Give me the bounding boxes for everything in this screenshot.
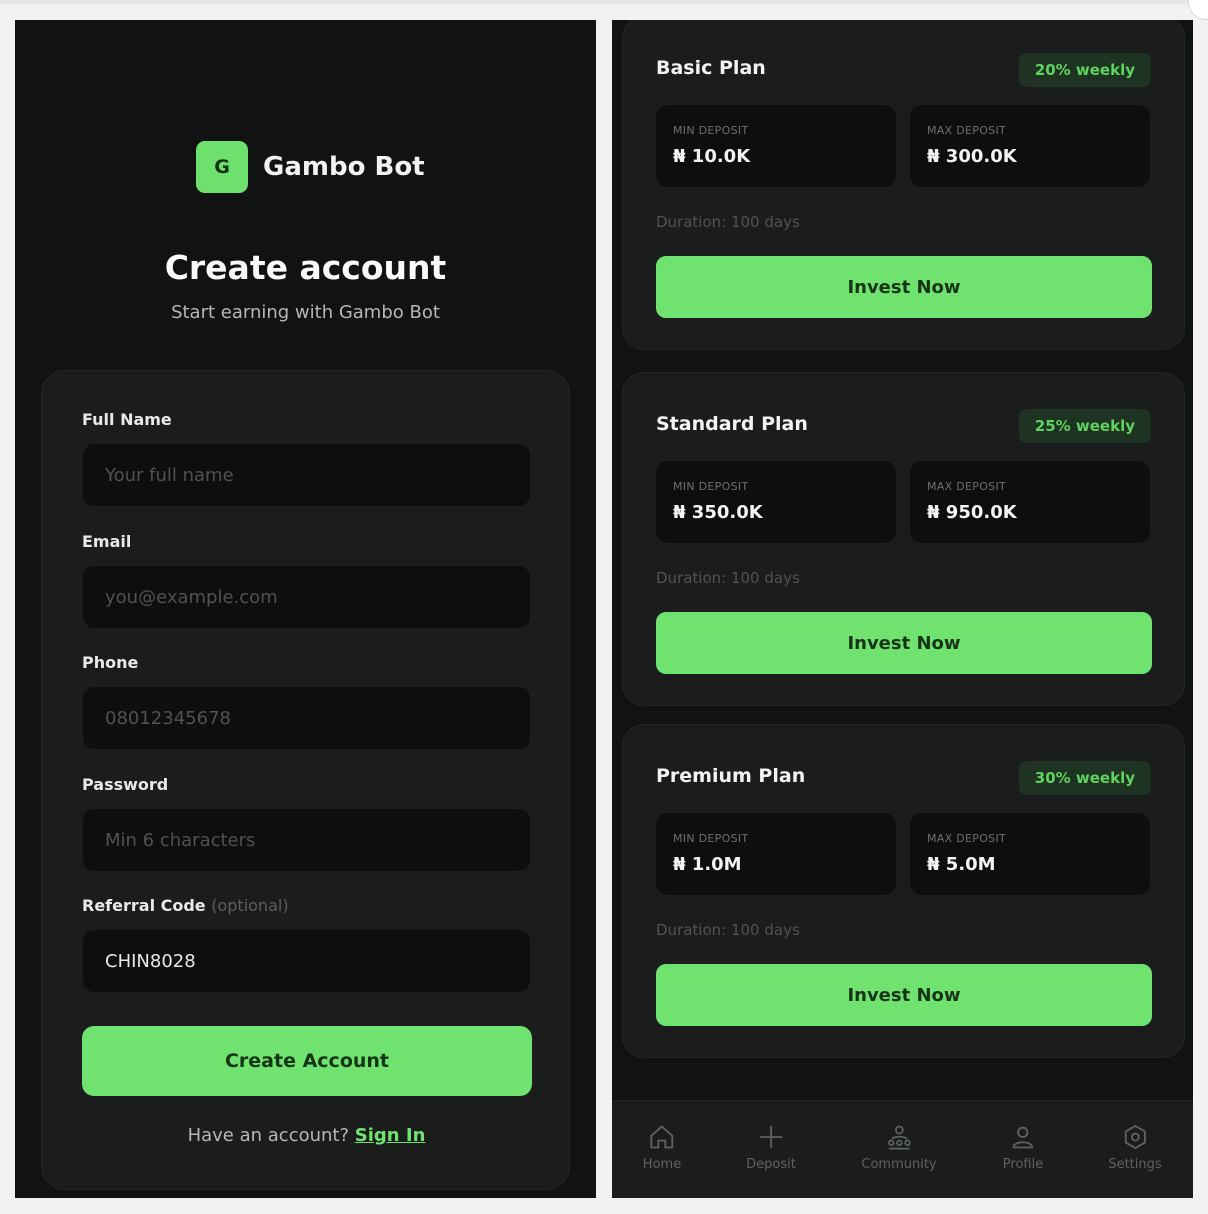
max-deposit-box: MAX DEPOSIT ₦ 300.0K bbox=[910, 105, 1150, 187]
screenshot-top-border bbox=[0, 0, 1208, 4]
min-deposit-value: ₦ 1.0M bbox=[673, 854, 742, 875]
plan-card-premium: Premium Plan 30% weekly MIN DEPOSIT ₦ 1.… bbox=[622, 724, 1185, 1058]
phone-input[interactable] bbox=[82, 686, 531, 750]
home-icon bbox=[650, 1125, 674, 1149]
plan-duration: Duration: 100 days bbox=[656, 213, 800, 231]
nav-settings[interactable]: Settings bbox=[1108, 1123, 1162, 1172]
nav-profile-label: Profile bbox=[1002, 1157, 1044, 1172]
full-name-label: Full Name bbox=[82, 410, 172, 429]
plan-card-basic: Basic Plan 20% weekly MIN DEPOSIT ₦ 10.0… bbox=[622, 20, 1185, 350]
password-label: Password bbox=[82, 775, 169, 794]
min-deposit-value: ₦ 350.0K bbox=[673, 502, 763, 523]
min-deposit-label: MIN DEPOSIT bbox=[673, 480, 749, 493]
max-deposit-label: MAX DEPOSIT bbox=[927, 480, 1007, 493]
min-deposit-box: MIN DEPOSIT ₦ 1.0M bbox=[656, 813, 896, 895]
max-deposit-box: MAX DEPOSIT ₦ 950.0K bbox=[910, 461, 1150, 543]
corner-button[interactable] bbox=[1188, 0, 1208, 20]
page-subtitle: Start earning with Gambo Bot bbox=[171, 302, 440, 323]
nav-deposit-label: Deposit bbox=[746, 1157, 796, 1172]
email-label: Email bbox=[82, 532, 132, 551]
invest-now-button[interactable]: Invest Now bbox=[656, 256, 1152, 318]
rate-badge: 25% weekly bbox=[1018, 409, 1151, 443]
nav-settings-label: Settings bbox=[1108, 1157, 1162, 1172]
max-deposit-value: ₦ 300.0K bbox=[927, 146, 1017, 167]
min-deposit-label: MIN DEPOSIT bbox=[673, 832, 749, 845]
max-deposit-label: MAX DEPOSIT bbox=[927, 832, 1007, 845]
rate-badge: 30% weekly bbox=[1018, 761, 1151, 795]
max-deposit-value: ₦ 950.0K bbox=[927, 502, 1017, 523]
invest-now-button[interactable]: Invest Now bbox=[656, 964, 1152, 1026]
min-deposit-value: ₦ 10.0K bbox=[673, 146, 751, 167]
referral-label-text: Referral Code bbox=[82, 896, 206, 915]
min-deposit-box: MIN DEPOSIT ₦ 10.0K bbox=[656, 105, 896, 187]
community-icon bbox=[887, 1125, 911, 1150]
min-deposit-label: MIN DEPOSIT bbox=[673, 124, 749, 137]
full-name-input[interactable] bbox=[82, 443, 531, 507]
invest-now-button[interactable]: Invest Now bbox=[656, 612, 1152, 674]
referral-label: Referral Code (optional) bbox=[82, 896, 289, 915]
plans-screen: Basic Plan 20% weekly MIN DEPOSIT ₦ 10.0… bbox=[612, 20, 1193, 1198]
min-deposit-box: MIN DEPOSIT ₦ 350.0K bbox=[656, 461, 896, 543]
nav-profile[interactable]: Profile bbox=[1003, 1123, 1043, 1172]
nav-home[interactable]: Home bbox=[643, 1123, 681, 1172]
signup-form: Full Name Email Phone Password Referral … bbox=[41, 370, 570, 1190]
nav-community-label: Community bbox=[861, 1157, 937, 1172]
plan-duration: Duration: 100 days bbox=[656, 569, 800, 587]
max-deposit-value: ₦ 5.0M bbox=[927, 854, 996, 875]
nav-home-label: Home bbox=[642, 1157, 682, 1172]
signup-screen: G Gambo Bot Create account Start earning… bbox=[15, 20, 596, 1198]
brand-logo: G bbox=[196, 141, 248, 193]
gear-icon bbox=[1124, 1124, 1146, 1150]
plus-icon bbox=[759, 1125, 783, 1149]
nav-community[interactable]: Community bbox=[861, 1123, 937, 1172]
plan-duration: Duration: 100 days bbox=[656, 921, 800, 939]
nav-deposit[interactable]: Deposit bbox=[746, 1123, 796, 1172]
bottom-nav: Home Deposit Community Profile Settings bbox=[612, 1100, 1193, 1198]
email-input[interactable] bbox=[82, 565, 531, 629]
max-deposit-box: MAX DEPOSIT ₦ 5.0M bbox=[910, 813, 1150, 895]
user-icon bbox=[1012, 1126, 1034, 1149]
have-account-text: Have an account? bbox=[187, 1125, 350, 1146]
plan-title: Basic Plan bbox=[656, 57, 766, 79]
signin-prompt: Have an account? Sign In bbox=[42, 1125, 571, 1146]
brand: G Gambo Bot bbox=[196, 141, 425, 193]
sign-in-link[interactable]: Sign In bbox=[355, 1125, 426, 1146]
plan-title: Standard Plan bbox=[656, 413, 808, 435]
password-input[interactable] bbox=[82, 808, 531, 872]
brand-name: Gambo Bot bbox=[263, 152, 425, 182]
plan-title: Premium Plan bbox=[656, 765, 806, 787]
phone-label: Phone bbox=[82, 653, 139, 672]
rate-badge: 20% weekly bbox=[1018, 53, 1151, 87]
referral-code-input[interactable] bbox=[82, 929, 531, 993]
page-title: Create account bbox=[164, 248, 447, 287]
plan-card-standard: Standard Plan 25% weekly MIN DEPOSIT ₦ 3… bbox=[622, 372, 1185, 706]
max-deposit-label: MAX DEPOSIT bbox=[927, 124, 1007, 137]
create-account-button[interactable]: Create Account bbox=[82, 1026, 532, 1096]
referral-optional-hint: (optional) bbox=[211, 896, 289, 915]
